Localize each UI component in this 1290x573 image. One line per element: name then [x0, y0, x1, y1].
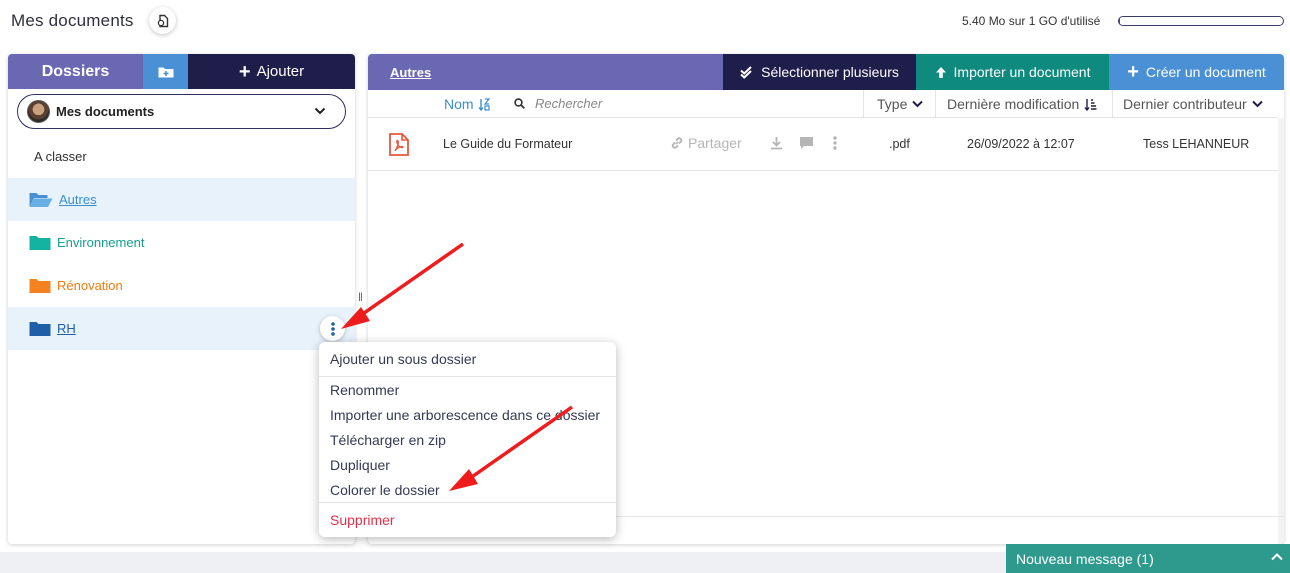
chevron-down-icon: [912, 100, 924, 108]
documents-scrollbar[interactable]: [1278, 118, 1284, 544]
double-check-icon: [740, 65, 752, 79]
upload-arrow-icon: [935, 66, 946, 78]
file-modified-date: 26/09/2022 à 12:07: [967, 137, 1075, 151]
sort-desc-icon: [1084, 98, 1097, 111]
chevron-down-icon: [1252, 100, 1263, 108]
folder-item-environnement[interactable]: Environnement: [8, 221, 355, 264]
select-multiple-button[interactable]: Sélectionner plusieurs: [723, 54, 916, 90]
column-divider: [863, 90, 864, 118]
add-button-label: Ajouter: [256, 63, 305, 80]
folder-options-button[interactable]: [320, 316, 345, 341]
menu-item-download-zip[interactable]: Télécharger en zip: [330, 432, 446, 448]
folders-panel-header: Dossiers + Ajouter: [8, 54, 355, 89]
storage-progress-fill: [1119, 17, 1120, 25]
folder-icon: [29, 235, 51, 251]
search-icon: [514, 98, 525, 109]
column-type-filter[interactable]: Type: [877, 96, 924, 112]
import-document-label: Importer un document: [953, 64, 1091, 80]
folder-label: Rénovation: [57, 278, 123, 293]
create-document-label: Créer un document: [1145, 64, 1266, 80]
folder-item-autres[interactable]: Autres: [8, 178, 355, 221]
new-folder-button[interactable]: [143, 54, 188, 89]
menu-divider: [319, 376, 616, 377]
add-button[interactable]: + Ajouter: [188, 54, 355, 89]
document-link-icon: [157, 14, 168, 27]
menu-item-add-subfolder[interactable]: Ajouter un sous dossier: [330, 351, 476, 367]
search-field[interactable]: Rechercher: [514, 96, 602, 111]
vertical-dots-icon[interactable]: [833, 136, 837, 150]
link-icon: [671, 137, 683, 149]
column-contributor-label: Dernier contributeur: [1123, 96, 1247, 112]
share-button[interactable]: Partager: [670, 135, 742, 151]
folder-label: RH: [57, 321, 76, 336]
column-name-sort[interactable]: Nom: [444, 96, 490, 112]
menu-item-delete[interactable]: Supprimer: [330, 512, 395, 528]
menu-item-import-tree[interactable]: Importer une arborescence dans ce dossie…: [330, 407, 600, 423]
top-bar: Mes documents 5.40 Mo sur 1 GO d'utilisé: [0, 0, 1290, 44]
file-type: .pdf: [889, 137, 910, 151]
sort-alpha-icon: [478, 97, 490, 111]
folder-label: Environnement: [57, 235, 145, 250]
menu-divider: [319, 502, 616, 503]
share-label: Partager: [688, 135, 742, 151]
column-last-modified-label: Dernière modification: [947, 96, 1080, 112]
column-contributor-filter[interactable]: Dernier contributeur: [1123, 96, 1263, 112]
panel-resize-handle[interactable]: ‖: [358, 290, 363, 304]
folder-item-renovation[interactable]: Rénovation: [8, 264, 355, 307]
pdf-file-icon: [389, 133, 409, 156]
column-last-modified-sort[interactable]: Dernière modification: [947, 96, 1097, 112]
folder-icon: [29, 278, 51, 294]
document-link-button[interactable]: [149, 7, 176, 34]
folders-tab[interactable]: Dossiers: [8, 54, 143, 89]
search-placeholder: Rechercher: [535, 96, 603, 111]
file-contributor: Tess LEHANNEUR: [1143, 137, 1250, 151]
folder-plus-icon: [158, 67, 173, 77]
menu-item-rename[interactable]: Renommer: [330, 382, 399, 398]
documents-table-header: Nom Rechercher Type Dernière modificatio…: [368, 90, 1278, 118]
table-row[interactable]: Le Guide du Formateur Partager .pdf 26/0…: [368, 118, 1278, 171]
folder-item-rh[interactable]: RH: [8, 307, 355, 350]
space-selector[interactable]: Mes documents: [17, 94, 346, 129]
folder-icon: [29, 321, 51, 337]
folders-panel: Dossiers + Ajouter Mes documents A class…: [8, 54, 355, 544]
column-type-label: Type: [877, 96, 908, 112]
download-icon[interactable]: [770, 136, 783, 150]
documents-toolbar: Autres Sélectionner plusieurs Importer u…: [368, 54, 1284, 90]
page-title: Mes documents: [11, 11, 134, 30]
vertical-dots-icon: [330, 321, 335, 336]
new-message-label: Nouveau message (1): [1016, 550, 1154, 567]
space-selector-label: Mes documents: [56, 104, 155, 119]
plus-icon: +: [238, 60, 251, 83]
column-divider: [935, 90, 936, 118]
folder-label: Autres: [59, 192, 97, 207]
select-multiple-label: Sélectionner plusieurs: [761, 64, 899, 80]
folder-label: A classer: [34, 149, 87, 164]
breadcrumb: Autres: [368, 54, 723, 90]
avatar: [27, 100, 50, 123]
create-document-button[interactable]: + Créer un document: [1109, 54, 1284, 90]
folder-list: A classer Autres Environnement Rénovatio…: [8, 135, 355, 350]
new-message-bar[interactable]: Nouveau message (1): [1006, 544, 1290, 573]
comment-icon[interactable]: [799, 136, 814, 150]
menu-item-duplicate[interactable]: Dupliquer: [330, 457, 390, 473]
chevron-up-icon: [1271, 553, 1283, 561]
storage-usage-text: 5.40 Mo sur 1 GO d'utilisé: [962, 14, 1101, 28]
file-name[interactable]: Le Guide du Formateur: [443, 137, 572, 151]
menu-item-color-folder[interactable]: Colorer le dossier: [330, 482, 440, 498]
plus-icon: +: [1127, 61, 1139, 83]
import-document-button[interactable]: Importer un document: [916, 54, 1109, 90]
column-divider: [1112, 90, 1113, 118]
folder-open-icon: [29, 192, 53, 208]
storage-progress-bar: [1118, 16, 1284, 26]
folder-item-a-classer[interactable]: A classer: [8, 135, 355, 178]
column-name-label: Nom: [444, 96, 474, 112]
folder-context-menu: Ajouter un sous dossier Renommer Importe…: [319, 342, 616, 537]
breadcrumb-current[interactable]: Autres: [390, 65, 431, 80]
chevron-down-icon: [314, 107, 326, 115]
